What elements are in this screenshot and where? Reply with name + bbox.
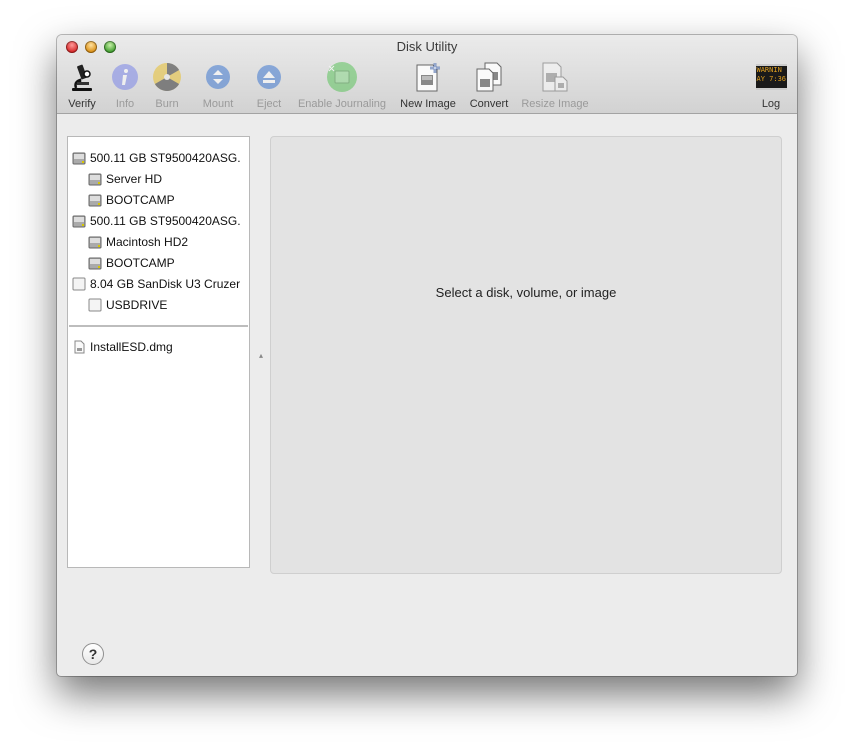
journaling-icon <box>326 61 358 93</box>
microscope-icon <box>66 61 98 93</box>
log-line-2: AY 7:36 <box>756 75 787 83</box>
internal-disk-icon <box>72 152 86 164</box>
disk-row[interactable]: 500.11 GB ST9500420ASG. <box>72 210 241 231</box>
window-title: Disk Utility <box>396 39 458 54</box>
titlebar: Disk Utility Verify Info Burn Mount Ejec… <box>57 35 797 114</box>
volume-row[interactable]: Macintosh HD2 <box>88 231 188 252</box>
internal-volume-icon <box>88 173 102 185</box>
disk-row[interactable]: 500.11 GB ST9500420ASG. <box>72 147 241 168</box>
disk-image-icon <box>74 340 85 353</box>
internal-volume-icon <box>88 194 102 206</box>
log-icon: WARNIN AY 7:36 <box>755 61 787 93</box>
new-image-icon <box>412 61 444 93</box>
burn-icon <box>151 61 183 93</box>
log-button[interactable]: WARNIN AY 7:36 Log <box>754 61 788 111</box>
disk-source-list[interactable]: 500.11 GB ST9500420ASG. Server HD BOOTCA… <box>67 136 250 568</box>
resize-image-button[interactable]: Resize Image <box>519 61 591 111</box>
external-disk-icon <box>72 277 86 290</box>
volume-row[interactable]: BOOTCAMP <box>88 189 175 210</box>
empty-selection-message: Select a disk, volume, or image <box>435 285 617 300</box>
eject-icon <box>253 61 285 93</box>
burn-button[interactable]: Burn <box>152 61 182 111</box>
info-button[interactable]: Info <box>110 61 140 111</box>
list-separator <box>69 325 248 327</box>
enable-journaling-button[interactable]: Enable Journaling <box>295 61 389 111</box>
volume-row[interactable]: Server HD <box>88 168 162 189</box>
split-view-handle[interactable]: ▴ <box>259 352 265 360</box>
internal-volume-icon <box>88 236 102 248</box>
internal-disk-icon <box>72 215 86 227</box>
mount-button[interactable]: Mount <box>200 61 236 111</box>
disk-utility-window: Disk Utility Verify Info Burn Mount Ejec… <box>57 35 797 676</box>
volume-row[interactable]: BOOTCAMP <box>88 252 175 273</box>
detail-pane: Select a disk, volume, or image <box>270 136 782 574</box>
convert-icon <box>473 61 505 93</box>
eject-button[interactable]: Eject <box>254 61 284 111</box>
info-icon <box>109 61 141 93</box>
convert-button[interactable]: Convert <box>467 61 511 111</box>
help-button[interactable]: ? <box>82 643 104 665</box>
external-volume-icon <box>88 298 102 311</box>
mount-icon <box>202 61 234 93</box>
log-line-1: WARNIN <box>756 66 782 74</box>
image-row[interactable]: InstallESD.dmg <box>72 336 173 357</box>
volume-row[interactable]: USBDRIVE <box>88 294 167 315</box>
disk-row[interactable]: 8.04 GB SanDisk U3 Cruzer <box>72 273 240 294</box>
internal-volume-icon <box>88 257 102 269</box>
resize-image-icon <box>539 61 571 93</box>
new-image-button[interactable]: New Image <box>398 61 458 111</box>
verify-button[interactable]: Verify <box>65 61 99 111</box>
